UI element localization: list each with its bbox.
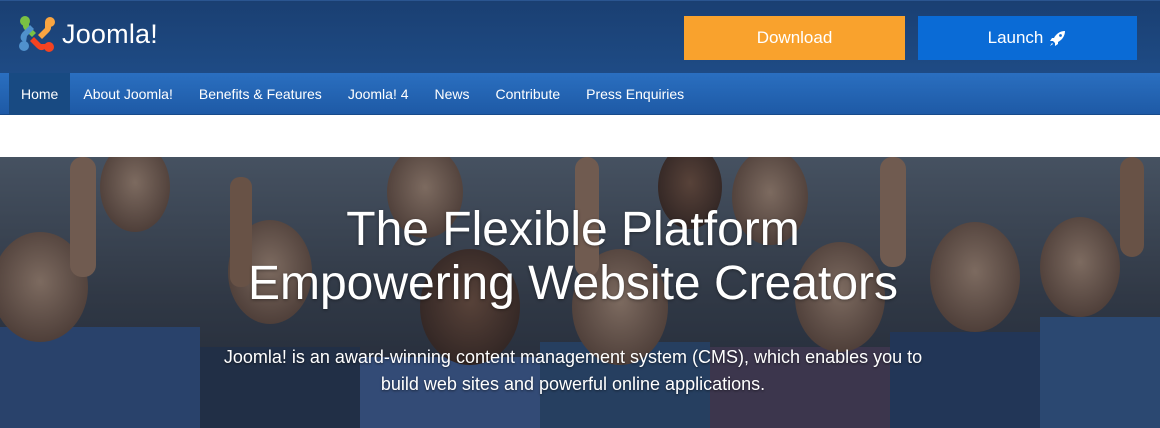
nav-item-benefits[interactable]: Benefits & Features	[186, 73, 335, 115]
nav-item-about[interactable]: About Joomla!	[70, 73, 186, 115]
joomla-logo[interactable]: Joomla!	[17, 14, 158, 54]
nav-item-label: News	[434, 86, 470, 102]
hero-title-line2: Empowering Website Creators	[247, 257, 899, 310]
hero-subtitle-line1: Joomla! is an award-winning content mana…	[223, 347, 923, 367]
nav-item-label: Home	[21, 86, 59, 102]
nav-item-news[interactable]: News	[422, 73, 483, 115]
nav-item-label: About Joomla!	[83, 86, 173, 102]
download-button[interactable]: Download	[684, 16, 905, 60]
rocket-icon	[1050, 31, 1066, 46]
download-button-label: Download	[756, 28, 833, 47]
nav-item-press[interactable]: Press Enquiries	[573, 73, 697, 115]
nav-item-label: Press Enquiries	[586, 86, 685, 102]
nav-item-joomla4[interactable]: Joomla! 4	[335, 73, 422, 115]
nav-item-label: Benefits & Features	[198, 86, 322, 102]
joomla-logo-icon	[19, 16, 55, 52]
hero-banner: The Flexible Platform Empowering Website…	[0, 157, 1160, 428]
nav-item-label: Joomla! 4	[347, 86, 409, 102]
hero-title-line1: The Flexible Platform	[346, 203, 800, 256]
site-header: Joomla! Download Launch	[0, 0, 1160, 73]
hero-subtitle: Joomla! is an award-winning content mana…	[0, 344, 1146, 398]
nav-item-home[interactable]: Home	[9, 73, 71, 115]
nav-item-contribute[interactable]: Contribute	[483, 73, 574, 115]
launch-button-label: Launch	[987, 28, 1044, 47]
nav-item-label: Contribute	[495, 86, 561, 102]
hero-subtitle-line2: build web sites and powerful online appl…	[380, 374, 766, 394]
main-nav: Home About Joomla! Benefits & Features J…	[0, 73, 1160, 115]
launch-button[interactable]: Launch	[918, 16, 1137, 60]
logo-text: Joomla!	[62, 18, 158, 49]
hero-title: The Flexible Platform Empowering Website…	[0, 203, 1146, 311]
